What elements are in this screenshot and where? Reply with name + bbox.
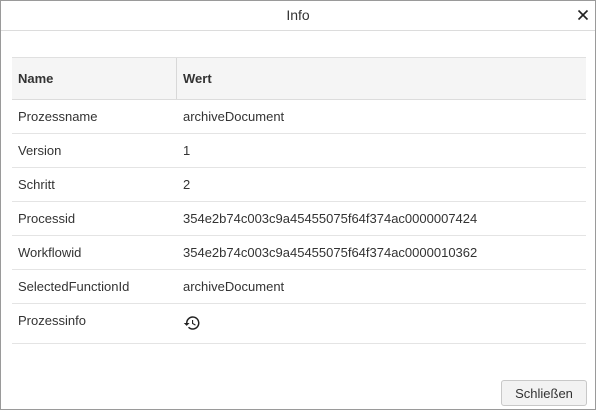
- column-header-name[interactable]: Name: [12, 58, 177, 99]
- table-row: SelectedFunctionId archiveDocument: [12, 270, 586, 304]
- column-header-value[interactable]: Wert: [177, 58, 586, 99]
- table-row: Prozessinfo: [12, 304, 586, 344]
- row-value: 354e2b74c003c9a45455075f64f374ac00000074…: [183, 211, 478, 226]
- row-name: Processid: [18, 211, 76, 226]
- row-value: 1: [183, 143, 191, 158]
- row-value: 354e2b74c003c9a45455075f64f374ac00000103…: [183, 245, 478, 260]
- dialog-title: Info: [286, 7, 310, 23]
- close-icon[interactable]: [575, 7, 591, 23]
- row-name: SelectedFunctionId: [18, 279, 130, 294]
- info-dialog: Info Name Wert Prozessname archiveDocume…: [0, 0, 596, 410]
- row-value: archiveDocument: [183, 109, 285, 124]
- row-name: Schritt: [18, 177, 55, 192]
- info-table: Name Wert Prozessname archiveDocument Ve…: [12, 57, 586, 344]
- row-value: archiveDocument: [183, 279, 285, 294]
- row-name: Version: [18, 143, 62, 158]
- row-value: 2: [183, 177, 191, 192]
- table-row: Version 1: [12, 134, 586, 168]
- dialog-titlebar: Info: [1, 1, 595, 31]
- table-row: Schritt 2: [12, 168, 586, 202]
- close-button[interactable]: Schließen: [501, 380, 587, 406]
- table-header: Name Wert: [12, 58, 586, 100]
- row-name: Prozessname: [18, 109, 98, 124]
- table-row: Workflowid 354e2b74c003c9a45455075f64f37…: [12, 236, 586, 270]
- table-row: Prozessname archiveDocument: [12, 100, 586, 134]
- table-row: Processid 354e2b74c003c9a45455075f64f374…: [12, 202, 586, 236]
- history-icon[interactable]: [183, 314, 201, 332]
- row-name: Workflowid: [18, 245, 82, 260]
- row-name: Prozessinfo: [18, 313, 86, 328]
- row-value: [177, 304, 586, 353]
